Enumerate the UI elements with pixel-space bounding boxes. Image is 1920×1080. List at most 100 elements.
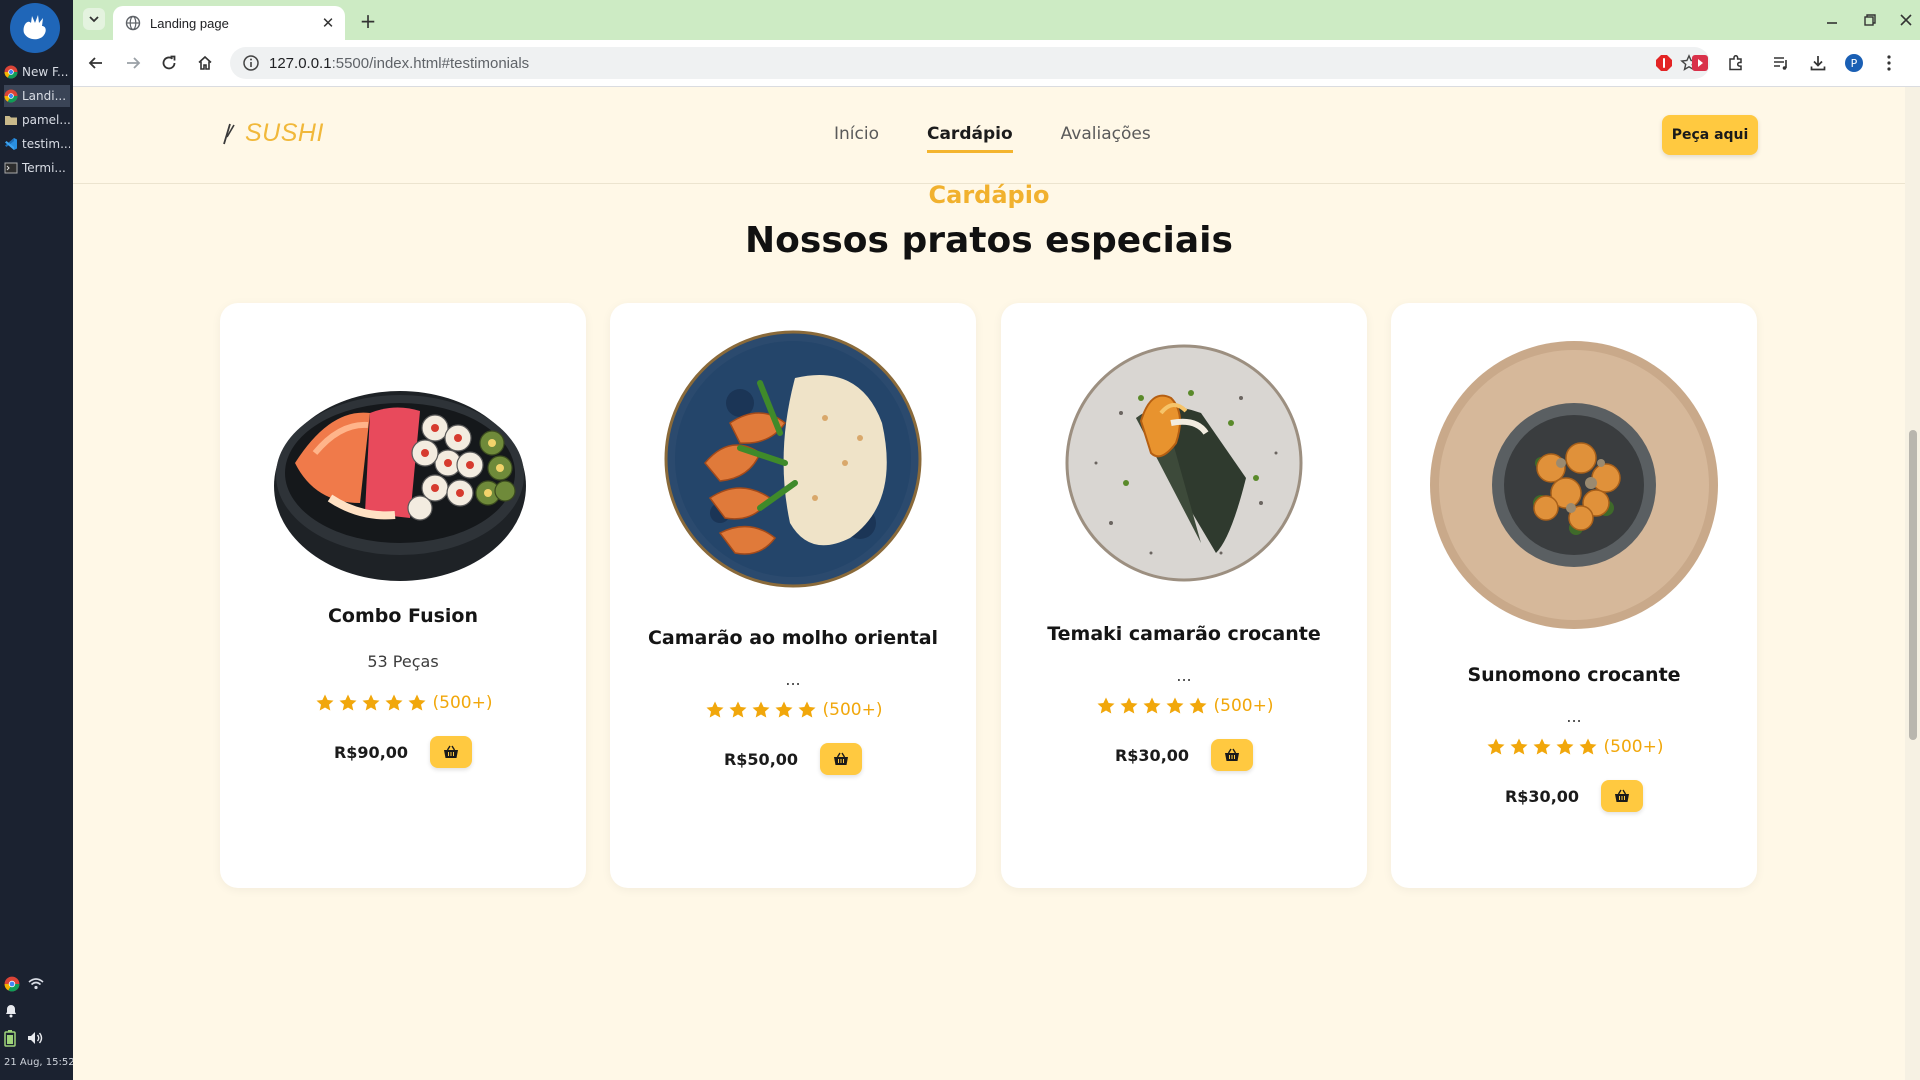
media-queue-icon[interactable] [1767,49,1795,77]
os-taskbar: New F... Landi... pamel... testim... Ter… [0,0,75,1080]
reload-icon[interactable] [155,49,183,77]
restore-icon[interactable] [1860,10,1880,30]
dish-rating: (500+) [610,700,976,720]
dish-buy-row: R$30,00 [1391,780,1757,812]
forward-arrow-icon[interactable] [119,49,147,77]
minimize-icon[interactable] [1822,10,1842,30]
dish-card: Combo Fusion 53 Peças (500+) R$90,00 [220,303,586,888]
star-icon [316,694,334,711]
star-icon [1166,697,1184,714]
scrollbar-thumb[interactable] [1909,430,1917,740]
star-icon [1097,697,1115,714]
basket-icon [1225,748,1240,761]
dish-description: ... [1566,707,1582,726]
rating-count: (500+) [822,700,883,720]
rating-count: (500+) [1603,737,1664,757]
wifi-icon[interactable] [28,976,44,992]
dish-rating: (500+) [220,693,586,713]
new-tab-icon[interactable]: + [355,8,381,34]
address-bar[interactable]: 127.0.0.1:5500/index.html#testimonials [230,47,1710,79]
battery-icon[interactable] [4,1029,16,1047]
star-icon [1189,697,1207,714]
star-icon [339,694,357,711]
page-viewport: SUSHI Início Cardápio Avaliações Peça aq… [73,87,1905,1080]
add-to-cart-button[interactable] [430,736,473,768]
taskbar-item-label: pamel... [22,113,70,127]
dish-buy-row: R$50,00 [610,743,976,775]
url-path: :5500/index.html#testimonials [331,54,530,72]
basket-icon [834,752,849,765]
order-here-button[interactable]: Peça aqui [1662,115,1758,155]
taskbar-item-vscode[interactable]: testim... [4,133,70,155]
taskbar-item-label: New F... [22,65,69,79]
close-tab-icon[interactable]: ✕ [317,12,339,34]
dish-rating: (500+) [1391,737,1757,757]
chopsticks-icon [223,123,235,144]
download-icon[interactable] [1804,49,1832,77]
site-logo[interactable]: SUSHI [221,119,324,148]
browser-toolbar: 127.0.0.1:5500/index.html#testimonials P [73,40,1920,87]
star-icon [1143,697,1161,714]
star-icon [729,701,747,718]
notification-bell-icon[interactable] [4,1002,18,1018]
page-scrollbar[interactable] [1905,87,1920,1080]
back-arrow-icon[interactable] [82,49,110,77]
star-icon [1487,738,1505,755]
add-to-cart-button[interactable] [1601,780,1644,812]
star-icon [362,694,380,711]
clock[interactable]: 21 Aug, 15:52 [4,1057,75,1068]
nav-item-inicio[interactable]: Início [834,124,879,153]
url-host: 127.0.0.1 [269,54,332,72]
dish-price: R$30,00 [1504,786,1580,806]
taskbar-item-terminal[interactable]: Termi... [4,157,70,179]
url-text[interactable]: 127.0.0.1:5500/index.html#testimonials [269,55,529,72]
taskbar-item-label: Landi... [22,89,67,103]
dish-name: Sunomono crocante [1467,664,1681,686]
taskbar-item-new-file[interactable]: New F... [4,61,70,83]
taskbar-item-label: testim... [22,137,70,151]
star-icon [1556,738,1574,755]
taskbar-item-landing[interactable]: Landi... [4,85,70,107]
dish-card: Sunomono crocante ... (500+) R$30,00 [1391,303,1757,888]
dish-card: Camarão ao molho oriental ... (500+) R$5… [610,303,976,888]
nav-item-cardapio[interactable]: Cardápio [926,124,1013,153]
dish-name: Camarão ao molho oriental [647,627,939,649]
star-icon [706,701,724,718]
chrome-tray-icon[interactable] [4,976,20,992]
dish-price: R$50,00 [723,749,799,769]
dish-name: Temaki camarão crocante [1047,623,1321,645]
nav-item-avaliacoes[interactable]: Avaliações [1061,124,1151,153]
dish-description: 53 Peças [367,652,439,671]
taskbar-item-folder[interactable]: pamel... [4,109,70,131]
close-window-icon[interactable] [1896,10,1916,30]
site-info-icon[interactable] [242,54,260,72]
svg-text:P: P [1851,57,1858,70]
dish-buy-row: R$90,00 [220,736,586,768]
more-menu-icon[interactable] [1875,49,1903,77]
volume-icon[interactable] [26,1030,44,1046]
add-to-cart-button[interactable] [1211,739,1254,771]
terminal-icon [4,162,18,174]
section-kicker: Cardápio [928,181,1050,209]
taskbar-item-label: Termi... [22,161,66,175]
star-icon [752,701,770,718]
media-extension-icon[interactable] [1686,49,1714,77]
add-to-cart-button[interactable] [820,743,863,775]
combo-fusion-image [274,391,526,581]
star-icon [798,701,816,718]
rating-count: (500+) [432,693,493,713]
sunomono-crocante-image [1430,341,1718,629]
basket-icon [444,745,459,758]
xfce-logo-icon[interactable] [10,3,60,53]
profile-avatar-icon[interactable]: P [1840,49,1868,77]
dish-rating: (500+) [1001,696,1367,716]
browser-tab-landing[interactable]: Landing page ✕ [113,6,345,40]
chrome-icon [4,65,18,79]
adblock-extension-icon[interactable] [1650,49,1678,77]
logo-text: SUSHI [245,119,324,147]
extensions-puzzle-icon[interactable] [1722,49,1750,77]
home-icon[interactable] [191,49,219,77]
tab-search-chevron-icon[interactable] [83,8,105,30]
dish-card: Temaki camarão crocante ... (500+) R$30,… [1001,303,1367,888]
dish-description: ... [785,670,801,689]
